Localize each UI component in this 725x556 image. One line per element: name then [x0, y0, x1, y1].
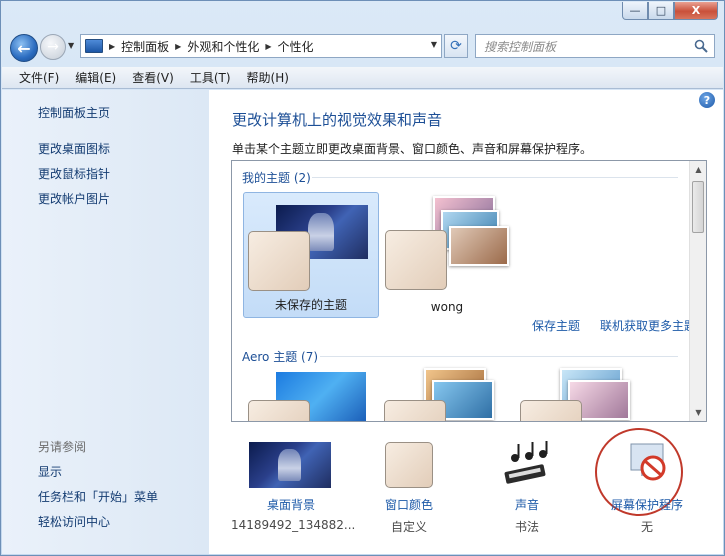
help-icon[interactable]: ?	[699, 92, 715, 108]
breadcrumb-separator-icon[interactable]: ▶	[109, 42, 115, 51]
control-panel-icon	[85, 39, 103, 53]
save-theme-link[interactable]: 保存主题	[532, 317, 580, 334]
see-also-display[interactable]: 显示	[38, 463, 62, 480]
scroll-thumb[interactable]	[692, 181, 704, 233]
main-content: ? 更改计算机上的视觉效果和声音 单击某个主题立即更改桌面背景、窗口颜色、声音和…	[209, 90, 723, 554]
theme-color-swatch	[385, 230, 447, 290]
menu-file[interactable]: 文件(F)	[12, 67, 66, 88]
see-also-ease-of-access[interactable]: 轻松访问中心	[38, 513, 110, 530]
theme-label: 未保存的主题	[274, 298, 347, 312]
theme-unsaved[interactable]: 未保存的主题	[243, 192, 379, 318]
recent-pages-dropdown-icon[interactable]: ▼	[68, 41, 74, 50]
window-color-label[interactable]: 窗口颜色	[349, 496, 469, 513]
breadcrumb-control-panel[interactable]: 控制面板	[121, 38, 169, 55]
sidebar: 控制面板主页 更改桌面图标 更改鼠标指针 更改帐户图片 另请参阅 显示 任务栏和…	[2, 90, 209, 554]
forward-button[interactable]: →	[40, 34, 66, 60]
group-divider	[320, 356, 678, 357]
desktop-background-value: 14189492_134882...	[231, 518, 356, 532]
theme-label: wong	[430, 300, 464, 314]
window-color-swatch	[385, 442, 433, 488]
sounds-value: 书法	[514, 520, 539, 534]
sidebar-item-account-picture[interactable]: 更改帐户图片	[38, 190, 110, 207]
page-title: 更改计算机上的视觉效果和声音	[232, 111, 443, 129]
get-more-themes-link[interactable]: 联机获取更多主题	[600, 317, 696, 334]
menu-view[interactable]: 查看(V)	[125, 67, 181, 88]
breadcrumb-personalization[interactable]: 个性化	[278, 38, 314, 55]
theme-wong[interactable]: wong	[379, 192, 515, 318]
aero-themes-header: Aero 主题 (7)	[242, 350, 319, 364]
breadcrumb-appearance[interactable]: 外观和个性化	[187, 38, 259, 55]
aero-theme-characters[interactable]	[520, 368, 640, 421]
search-input[interactable]: 搜索控制面板	[475, 34, 715, 58]
theme-color-swatch	[384, 400, 446, 421]
screen-saver-value: 无	[640, 520, 653, 534]
aero-theme-windows7[interactable]	[248, 372, 368, 421]
search-placeholder: 搜索控制面板	[484, 39, 557, 54]
desktop-background-preview	[249, 442, 331, 488]
theme-color-swatch	[520, 400, 582, 421]
minimize-button[interactable]: —	[622, 2, 648, 20]
caption-buttons: — □ X	[622, 2, 718, 20]
theme-links: 保存主题 联机获取更多主题	[532, 317, 696, 334]
screen-saver-label[interactable]: 屏幕保护程序	[587, 496, 707, 513]
menu-edit[interactable]: 编辑(E)	[68, 67, 123, 88]
menu-help[interactable]: 帮助(H)	[240, 67, 296, 88]
search-icon[interactable]	[694, 39, 708, 53]
window-color-value: 自定义	[390, 520, 427, 534]
sound-notes-icon	[504, 441, 548, 484]
theme-list[interactable]: 我的主题 (2) 未保存的主题 wong 保存主题 联机获取更多主题 Aero …	[231, 160, 707, 422]
see-also-header: 另请参阅	[38, 440, 87, 454]
scroll-down-icon[interactable]: ▼	[690, 404, 706, 421]
maximize-button[interactable]: □	[648, 2, 674, 20]
aero-theme-architecture[interactable]	[384, 368, 504, 421]
menu-bar: 文件(F) 编辑(E) 查看(V) 工具(T) 帮助(H)	[2, 67, 723, 89]
desktop-background-label[interactable]: 桌面背景	[231, 496, 351, 513]
refresh-button[interactable]: ⟳	[444, 34, 468, 58]
breadcrumb-separator-icon[interactable]: ▶	[175, 42, 181, 51]
sidebar-control-panel-home[interactable]: 控制面板主页	[38, 104, 110, 121]
breadcrumb-separator-icon[interactable]: ▶	[265, 42, 271, 51]
address-bar[interactable]: ▶ 控制面板 ▶ 外观和个性化 ▶ 个性化 ▼	[80, 34, 442, 58]
close-button[interactable]: X	[674, 2, 718, 20]
scroll-up-icon[interactable]: ▲	[690, 161, 706, 178]
sounds-label[interactable]: 声音	[467, 496, 587, 513]
stack-photo	[449, 226, 509, 266]
back-button[interactable]: ←	[10, 34, 38, 62]
theme-list-scrollbar[interactable]: ▲ ▼	[689, 161, 706, 421]
theme-color-swatch	[248, 400, 310, 421]
sidebar-item-desktop-icons[interactable]: 更改桌面图标	[38, 140, 110, 157]
see-also-taskbar[interactable]: 任务栏和「开始」菜单	[38, 488, 158, 505]
page-description: 单击某个主题立即更改桌面背景、窗口颜色、声音和屏幕保护程序。	[232, 142, 593, 156]
menu-tools[interactable]: 工具(T)	[183, 67, 238, 88]
navigation-bar: ← → ▼ ▶ 控制面板 ▶ 外观和个性化 ▶ 个性化 ▼ ⟳ 搜索控制面板	[1, 29, 724, 65]
personalization-window: — □ X ← → ▼ ▶ 控制面板 ▶ 外观和个性化 ▶ 个性化 ▼ ⟳ 搜索…	[0, 0, 725, 556]
sidebar-item-mouse-pointers[interactable]: 更改鼠标指针	[38, 165, 110, 182]
group-divider	[312, 177, 678, 178]
theme-color-swatch	[248, 231, 310, 291]
my-themes-header: 我的主题 (2)	[242, 171, 311, 185]
address-dropdown-icon[interactable]: ▼	[431, 40, 437, 49]
